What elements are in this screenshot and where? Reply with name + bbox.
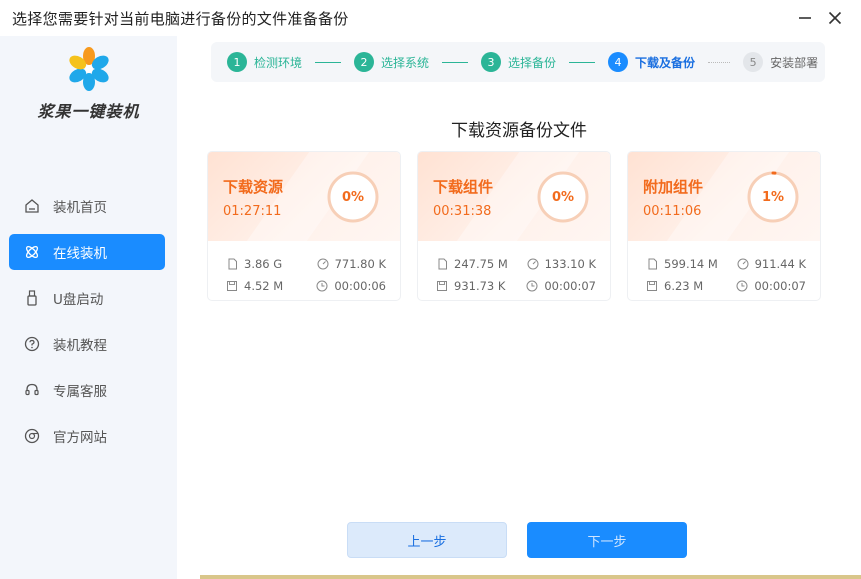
step-install-deploy: 5 安装部署 (743, 52, 818, 72)
file-size-icon (226, 258, 238, 270)
step-connector (442, 61, 469, 63)
card-stats: 599.14 M 911.44 K 6.23 M 00:00:07 (628, 241, 820, 297)
save-icon (226, 280, 238, 292)
card-remaining-time: 01:27:11 (223, 204, 282, 219)
step-connector (569, 61, 596, 63)
step-number: 3 (481, 52, 502, 72)
save-icon (436, 280, 448, 292)
card-title: 附加组件 (643, 178, 704, 196)
sidebar-item-support[interactable]: 专属客服 (9, 372, 165, 408)
downloaded-size: 6.23 M (664, 279, 704, 293)
taskbar-edge (200, 575, 861, 579)
window-title: 选择您需要针对当前电脑进行备份的文件准备备份 (12, 9, 349, 28)
file-size-icon (646, 258, 658, 270)
progress-percent: 1% (761, 189, 785, 205)
clock-icon (736, 280, 748, 292)
download-card: 下载资源 01:27:11 0% 3.86 G 771.80 K 4.52 M (207, 151, 401, 301)
page-heading: 下载资源备份文件 (451, 121, 587, 141)
minimize-button[interactable] (795, 8, 815, 28)
card-header: 附加组件 00:11:06 1% (628, 152, 820, 241)
sidebar-item-usb-boot[interactable]: U盘启动 (9, 280, 165, 316)
previous-step-button[interactable]: 上一步 (347, 522, 507, 558)
file-size-icon (436, 258, 448, 270)
downloaded-size: 931.73 K (454, 279, 506, 293)
close-icon (828, 11, 842, 25)
download-speed: 771.80 K (334, 257, 386, 271)
step-label: 检测环境 (254, 55, 303, 70)
sidebar-nav: 装机首页 在线装机 U盘启动 装机教程 专属客服 官方网站 (9, 188, 165, 464)
step-label: 下载及备份 (635, 55, 696, 70)
home-icon (23, 197, 41, 215)
download-speed: 911.44 K (754, 257, 806, 271)
sidebar-item-tutorial[interactable]: 装机教程 (9, 326, 165, 362)
help-icon (23, 335, 41, 353)
step-connector (708, 61, 731, 63)
step-select-backup: 3 选择备份 (481, 52, 556, 72)
progress-percent: 0% (551, 189, 575, 205)
step-label: 选择系统 (381, 55, 430, 70)
brand-logo: 浆果一键装机 (0, 46, 177, 136)
downloaded-size: 4.52 M (244, 279, 284, 293)
download-speed: 133.10 K (544, 257, 596, 271)
card-title: 下载组件 (433, 178, 494, 196)
step-number: 4 (608, 52, 629, 72)
card-remaining-time: 00:31:38 (433, 204, 492, 219)
main-content: 1 检测环境 2 选择系统 3 选择备份 4 下载及备份 5 安装部署 下载资源… (177, 36, 861, 579)
sidebar-item-website[interactable]: 官方网站 (9, 418, 165, 454)
sidebar-item-home[interactable]: 装机首页 (9, 188, 165, 224)
save-icon (646, 280, 658, 292)
browser-icon (23, 427, 41, 445)
sidebar-item-label: 装机首页 (53, 200, 107, 216)
step-connector (315, 61, 342, 63)
clock-icon (316, 280, 328, 292)
total-size: 599.14 M (664, 257, 718, 271)
next-step-button[interactable]: 下一步 (527, 522, 687, 558)
download-cards: 下载资源 01:27:11 0% 3.86 G 771.80 K 4.52 M (207, 151, 821, 301)
card-stats: 3.86 G 771.80 K 4.52 M 00:00:06 (208, 241, 400, 297)
close-button[interactable] (825, 8, 845, 28)
download-card: 下载组件 00:31:38 0% 247.75 M 133.10 K 931.7… (417, 151, 611, 301)
card-stats: 247.75 M 133.10 K 931.73 K 00:00:07 (418, 241, 610, 297)
card-title: 下载资源 (223, 178, 284, 196)
sidebar-item-label: U盘启动 (53, 292, 104, 308)
headset-icon (23, 381, 41, 399)
elapsed-time: 00:00:07 (544, 279, 596, 293)
sidebar: 浆果一键装机 装机首页 在线装机 U盘启动 装机教程 专属客服 官方网站 (0, 36, 177, 579)
title-bar: 选择您需要针对当前电脑进行备份的文件准备备份 (0, 0, 861, 36)
step-detect-env: 1 检测环境 (227, 52, 302, 72)
progress-percent: 0% (341, 189, 365, 205)
step-label: 安装部署 (770, 55, 819, 70)
step-number: 5 (743, 52, 764, 72)
speed-icon (527, 258, 539, 270)
atom-icon (23, 243, 41, 261)
minimize-icon (799, 17, 811, 19)
usb-icon (23, 289, 41, 307)
elapsed-time: 00:00:06 (334, 279, 386, 293)
clock-icon (526, 280, 538, 292)
sidebar-item-online-install[interactable]: 在线装机 (9, 234, 165, 270)
card-header: 下载资源 01:27:11 0% (208, 152, 400, 241)
installer-window: 选择您需要针对当前电脑进行备份的文件准备备份 浆果一键装机 装机首页 在线装机 … (0, 0, 861, 579)
brand-name: 浆果一键装机 (37, 102, 140, 121)
step-number: 2 (354, 52, 375, 72)
elapsed-time: 00:00:07 (754, 279, 806, 293)
progress-steps: 1 检测环境 2 选择系统 3 选择备份 4 下载及备份 5 安装部署 (211, 42, 825, 82)
speed-icon (317, 258, 329, 270)
card-header: 下载组件 00:31:38 0% (418, 152, 610, 241)
step-number: 1 (227, 52, 247, 72)
sidebar-item-label: 专属客服 (53, 384, 107, 400)
step-download-backup: 4 下载及备份 (608, 52, 695, 72)
sidebar-item-label: 装机教程 (53, 338, 107, 354)
card-remaining-time: 00:11:06 (643, 204, 702, 219)
step-label: 选择备份 (508, 55, 557, 70)
download-card: 附加组件 00:11:06 1% 599.14 M 911.44 K 6.23 … (627, 151, 821, 301)
total-size: 3.86 G (244, 257, 283, 271)
pinwheel-logo-icon (68, 47, 109, 91)
sidebar-item-label: 官方网站 (53, 430, 107, 446)
speed-icon (737, 258, 749, 270)
total-size: 247.75 M (454, 257, 508, 271)
sidebar-item-label: 在线装机 (53, 246, 107, 262)
step-select-system: 2 选择系统 (354, 52, 429, 72)
